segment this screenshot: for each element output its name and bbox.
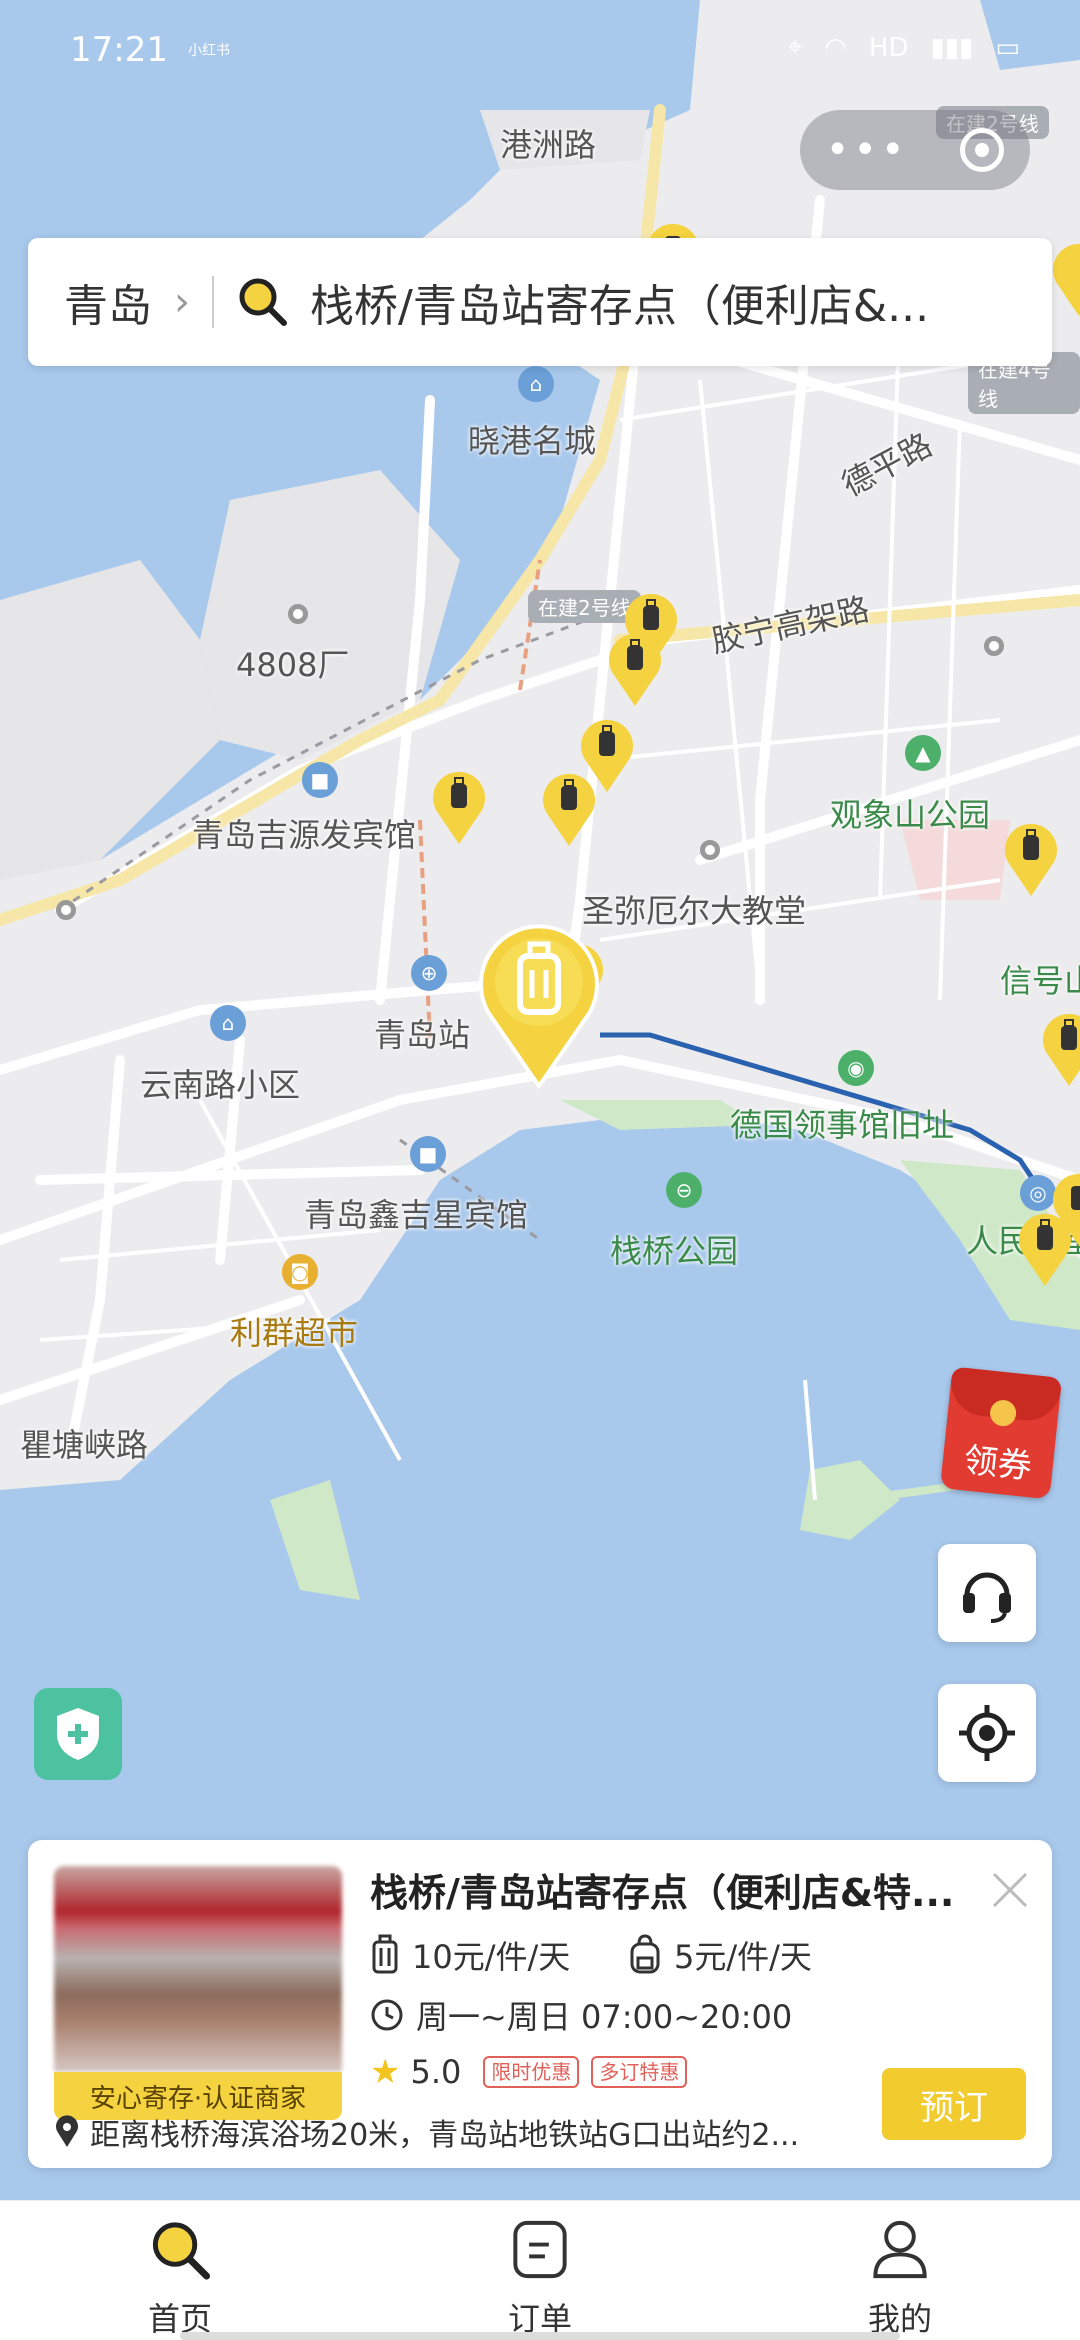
bottom-tab-bar: 首页 订单 我的: [0, 2200, 1080, 2340]
map-label-place: 4808厂: [236, 646, 350, 684]
landmark-poi-icon: [700, 840, 720, 860]
bag-price-row: 5元/件/天: [628, 1932, 812, 1978]
map-label-road: 瞿塘峡路: [20, 1426, 149, 1464]
storage-location-marker[interactable]: [606, 630, 664, 708]
hotel-poi-icon: ■: [302, 762, 338, 798]
search-icon: [239, 278, 287, 326]
city-label: 青岛: [64, 281, 152, 332]
storage-location-marker[interactable]: [1002, 820, 1060, 898]
coupon-label: 领券: [961, 1440, 1034, 1488]
user-icon: [873, 2220, 927, 2279]
selected-storage-marker[interactable]: [474, 920, 604, 1090]
address-row: 距离栈桥海滨浴场20米，青岛站地铁站G口出站约2...: [54, 2110, 894, 2154]
storage-location-marker[interactable]: [1040, 1010, 1080, 1088]
coupon-red-packet-button[interactable]: 领券: [939, 1366, 1063, 1500]
home-indicator: [180, 2332, 900, 2340]
store-info-card[interactable]: 安心寄存·认证商家 栈桥/青岛站寄存点（便利店&特... 10元/件/天 5元/…: [28, 1840, 1052, 2168]
book-button[interactable]: 预订: [882, 2068, 1026, 2140]
search-icon: [152, 2222, 211, 2280]
battery-icon: ▭: [995, 32, 1020, 63]
park-poi-icon: ⊖: [666, 1172, 702, 1208]
map-label-park: 观象山公园: [830, 796, 991, 834]
locate-icon: [959, 1705, 1015, 1761]
map-label-place: 青岛站: [374, 1016, 471, 1054]
location-pin-icon: [56, 2115, 78, 2147]
customer-service-button[interactable]: [938, 1544, 1036, 1642]
tab-orders[interactable]: 订单: [360, 2201, 720, 2340]
map-label-place: 圣弥厄尔大教堂: [582, 892, 807, 930]
locate-me-button[interactable]: [938, 1684, 1036, 1782]
divider: [212, 276, 214, 328]
suitcase-icon: [372, 1934, 398, 1974]
residential-poi-icon: ⌂: [210, 1005, 246, 1041]
luggage-price-row: 10元/件/天: [370, 1932, 570, 1978]
storage-location-marker[interactable]: [1050, 240, 1080, 318]
map-label-place: 云南路小区: [140, 1066, 301, 1104]
rating-value: 5.0: [410, 2053, 462, 2091]
clock-icon: [371, 1999, 403, 2031]
map-label-shop: 利群超市: [230, 1314, 359, 1352]
map-label-place: 青岛吉源发宾馆: [192, 816, 417, 854]
luggage-price: 10元/件/天: [412, 1938, 571, 1976]
landmark-poi-icon: [984, 636, 1004, 656]
promo-tag: 多订特惠: [591, 2056, 688, 2088]
order-icon: [513, 2220, 567, 2279]
camera-poi-icon: ◉: [838, 1050, 874, 1086]
map-label-park: 信号山: [1000, 962, 1080, 1000]
hotel-poi-icon: ⌂: [518, 366, 554, 402]
star-icon: ★: [370, 2052, 401, 2092]
tab-home[interactable]: 首页: [0, 2201, 360, 2340]
store-photo[interactable]: [54, 1866, 342, 2072]
map-label-road: 港洲路: [500, 126, 597, 164]
headset-icon: [963, 1572, 1011, 1623]
map-label-place: 晓港名城: [468, 422, 597, 460]
city-selector[interactable]: 青岛 ›: [64, 270, 190, 334]
landmark-poi-icon: [56, 900, 76, 920]
promo-tag: 限时优惠: [483, 2056, 580, 2088]
chevron-right-icon: ›: [174, 279, 190, 325]
rating-row: ★ 5.0 限时优惠 多订特惠: [370, 2052, 688, 2092]
shop-poi-icon: ◙: [282, 1254, 318, 1290]
storage-location-marker[interactable]: [1050, 1170, 1080, 1248]
network-label: HD: [868, 32, 909, 63]
location-icon: ⌖: [787, 32, 803, 62]
wifi-icon: ◠: [824, 32, 847, 63]
hotel-poi-icon: ■: [410, 1136, 446, 1172]
status-app-tag: 小红书: [187, 43, 230, 59]
shield-plus-icon: [57, 1708, 99, 1760]
search-bar[interactable]: 青岛 › 栈桥/青岛站寄存点（便利店&...: [28, 238, 1052, 366]
park-poi-icon: ▲: [905, 735, 941, 771]
search-input[interactable]: 栈桥/青岛站寄存点（便利店&...: [310, 270, 1016, 334]
store-name[interactable]: 栈桥/青岛站寄存点（便利店&特...: [370, 1862, 980, 1917]
mini-program-capsule[interactable]: •••: [800, 110, 1030, 190]
storage-location-marker[interactable]: [430, 768, 488, 846]
opening-hours-row: 周一~周日 07:00~20:00: [370, 1992, 792, 2038]
backpack-icon: [630, 1934, 660, 1974]
landmark-poi-icon: [288, 604, 308, 624]
storage-location-marker[interactable]: [540, 770, 598, 848]
store-address: 距离栈桥海滨浴场20米，青岛站地铁站G口出站约2...: [90, 2118, 800, 2153]
safety-shield-button[interactable]: [34, 1688, 122, 1780]
map-label-park: 栈桥公园: [610, 1232, 739, 1270]
status-bar: 17:21 小红书 ⌖ ◠ HD ▮▮▮ ▭: [0, 0, 1080, 100]
status-time: 17:21: [70, 30, 168, 70]
status-icons: ⌖ ◠ HD ▮▮▮ ▭: [788, 32, 1020, 63]
station-poi-icon: ⊕: [411, 955, 447, 991]
opening-hours: 周一~周日 07:00~20:00: [416, 1998, 793, 2036]
signal-icon: ▮▮▮: [930, 32, 974, 63]
bag-price: 5元/件/天: [674, 1938, 812, 1976]
close-miniprogram-icon[interactable]: [960, 128, 1005, 172]
map-label-place: 德国领事馆旧址: [730, 1106, 955, 1144]
more-icon[interactable]: •••: [826, 127, 909, 173]
close-icon[interactable]: [986, 1866, 1034, 1914]
tab-profile[interactable]: 我的: [720, 2201, 1080, 2340]
map-label-place: 青岛鑫吉星宾馆: [304, 1196, 529, 1234]
